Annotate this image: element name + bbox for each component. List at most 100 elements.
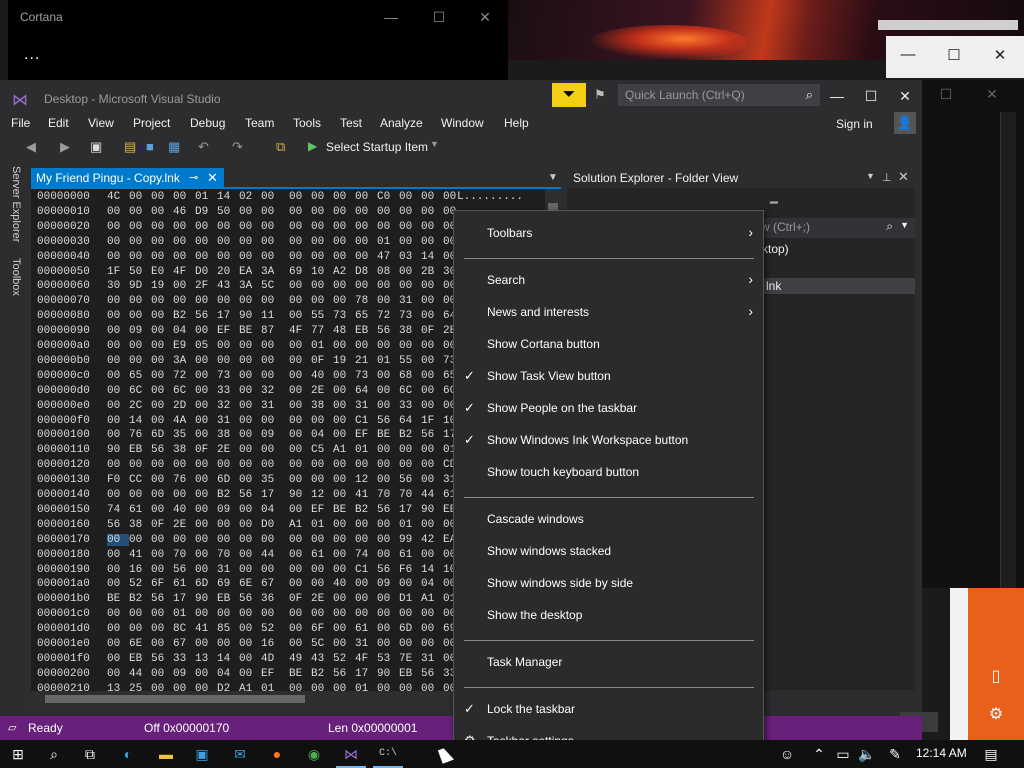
hex-byte[interactable]: 00 <box>239 608 261 620</box>
panel-close-icon[interactable]: ✕ <box>898 169 909 185</box>
hex-byte[interactable]: 00 <box>421 340 443 352</box>
hex-byte[interactable]: 73 <box>333 310 355 322</box>
hex-byte[interactable]: 00 <box>377 459 399 471</box>
hex-byte[interactable]: 00 <box>107 251 129 263</box>
hex-byte[interactable]: 2C <box>129 400 151 412</box>
hex-byte[interactable]: 00 <box>151 668 173 680</box>
hex-byte[interactable]: 00 <box>311 236 333 248</box>
hex-byte[interactable]: 13 <box>195 653 217 665</box>
search-options-chevron-icon[interactable]: ▼ <box>900 220 909 230</box>
hex-byte[interactable]: 00 <box>239 534 261 546</box>
hex-byte[interactable]: 65 <box>355 310 377 322</box>
hex-byte[interactable]: 00 <box>239 504 261 516</box>
hex-byte[interactable]: 00 <box>377 206 399 218</box>
hex-byte[interactable]: 00 <box>195 370 217 382</box>
hex-byte[interactable]: 00 <box>311 251 333 263</box>
hex-row[interactable]: 00000090 00 09 00 04 00 EF BE 87 4F 77 48 EB 56 38 0F 2E <box>37 325 465 340</box>
hex-byte[interactable]: 00 <box>239 519 261 531</box>
hex-byte[interactable]: 00 <box>333 459 355 471</box>
hex-byte[interactable]: 72 <box>173 370 195 382</box>
hex-byte[interactable]: 00 <box>173 191 195 203</box>
hex-byte[interactable]: 00 <box>151 534 173 546</box>
hex-byte[interactable]: 49 <box>289 653 311 665</box>
hex-byte[interactable]: 00 <box>239 668 261 680</box>
hex-byte[interactable]: 00 <box>333 340 355 352</box>
hex-byte[interactable]: 00 <box>399 221 421 233</box>
hex-byte[interactable]: 00 <box>289 608 311 620</box>
menu-item-show-touch-keyboard-button[interactable]: Show touch keyboard button <box>454 460 763 486</box>
hex-byte[interactable]: 00 <box>195 564 217 576</box>
hex-byte[interactable]: 00 <box>377 683 399 691</box>
hex-byte[interactable]: 00 <box>107 385 129 397</box>
hex-byte[interactable]: 00 <box>333 608 355 620</box>
hex-byte[interactable]: 00 <box>355 459 377 471</box>
windows-ink-icon[interactable]: ✎ <box>884 744 906 764</box>
hex-byte[interactable]: 90 <box>195 593 217 605</box>
pin-icon[interactable]: ⊸ <box>189 171 198 184</box>
hex-byte[interactable]: 2F <box>195 280 217 292</box>
people-icon[interactable]: ☺ <box>776 744 798 764</box>
hex-byte[interactable]: 00 <box>333 489 355 501</box>
hex-byte[interactable]: 1F <box>107 266 129 278</box>
hex-byte[interactable]: B2 <box>217 489 239 501</box>
hex-row[interactable]: 00000060 30 9D 19 00 2F 43 3A 5C 00 00 00 00 00 00 00 00 <box>37 280 465 295</box>
hex-byte[interactable]: 00 <box>107 415 129 427</box>
hex-byte[interactable]: 00 <box>311 459 333 471</box>
hex-byte[interactable]: 90 <box>289 489 311 501</box>
hex-byte[interactable]: 52 <box>333 653 355 665</box>
hex-byte[interactable]: 00 <box>173 221 195 233</box>
hex-byte[interactable]: 6D <box>151 429 173 441</box>
menu-item-task-manager[interactable]: Task Manager <box>454 650 763 676</box>
hex-byte[interactable]: 00 <box>399 608 421 620</box>
hex-byte[interactable]: EB <box>355 325 377 337</box>
hex-byte[interactable]: 00 <box>151 340 173 352</box>
hex-byte[interactable]: 56 <box>333 668 355 680</box>
hex-byte[interactable]: 00 <box>289 623 311 635</box>
hex-byte[interactable]: 31 <box>261 400 283 412</box>
hex-byte[interactable]: 00 <box>195 400 217 412</box>
menu-item-show-windows-ink-workspace-button[interactable]: ✓ Show Windows Ink Workspace button <box>454 428 763 454</box>
hex-byte[interactable]: 00 <box>217 355 239 367</box>
hex-byte[interactable]: 41 <box>195 623 217 635</box>
new-project-icon[interactable]: ▣ <box>90 139 102 155</box>
menu-file[interactable]: File <box>11 116 30 130</box>
hex-byte[interactable]: 90 <box>239 310 261 322</box>
menu-item-cascade-windows[interactable]: Cascade windows <box>454 507 763 533</box>
dark-window-scrollbar[interactable] <box>1000 112 1016 588</box>
hex-byte[interactable]: 01 <box>355 444 377 456</box>
hex-byte[interactable]: 00 <box>377 295 399 307</box>
hex-byte[interactable]: EB <box>399 668 421 680</box>
hex-byte[interactable]: 14 <box>217 191 239 203</box>
hex-byte[interactable]: 70 <box>173 549 195 561</box>
sign-in-link[interactable]: Sign in <box>836 117 873 131</box>
hex-byte[interactable]: 00 <box>107 653 129 665</box>
hex-byte[interactable]: 00 <box>333 236 355 248</box>
hex-byte[interactable]: 00 <box>195 474 217 486</box>
hex-byte[interactable]: 4F <box>355 653 377 665</box>
hex-byte[interactable]: 00 <box>421 683 443 691</box>
hex-byte[interactable]: 31 <box>421 653 443 665</box>
hex-byte[interactable]: 00 <box>421 370 443 382</box>
hex-byte[interactable]: 00 <box>195 504 217 516</box>
hex-byte[interactable]: 33 <box>173 653 195 665</box>
hex-byte[interactable]: 00 <box>289 191 311 203</box>
hex-byte[interactable]: 00 <box>289 385 311 397</box>
hex-byte[interactable]: 00 <box>289 504 311 516</box>
hex-byte[interactable]: 00 <box>333 638 355 650</box>
hex-row[interactable]: 00000210 13 25 00 00 00 D2 A1 01 00 00 00 01 00 00 00 00 <box>37 683 465 691</box>
hex-byte[interactable]: 01 <box>399 519 421 531</box>
hex-byte[interactable]: 0F <box>311 355 333 367</box>
tree-item-folder[interactable]: ktop) <box>762 242 789 256</box>
hex-byte[interactable]: 00 <box>107 206 129 218</box>
hex-byte[interactable]: 00 <box>151 325 173 337</box>
hex-byte[interactable]: 56 <box>377 325 399 337</box>
undo-icon[interactable]: ↶ <box>198 139 209 155</box>
hex-byte[interactable]: 16 <box>261 638 283 650</box>
hex-byte[interactable]: 2E <box>173 519 195 531</box>
hex-byte[interactable]: EF <box>261 668 283 680</box>
hex-byte[interactable]: 00 <box>261 295 283 307</box>
hex-byte[interactable]: B2 <box>311 668 333 680</box>
hex-byte[interactable]: 00 <box>239 429 261 441</box>
hex-byte[interactable]: 00 <box>399 444 421 456</box>
hex-byte[interactable]: 00 <box>151 206 173 218</box>
